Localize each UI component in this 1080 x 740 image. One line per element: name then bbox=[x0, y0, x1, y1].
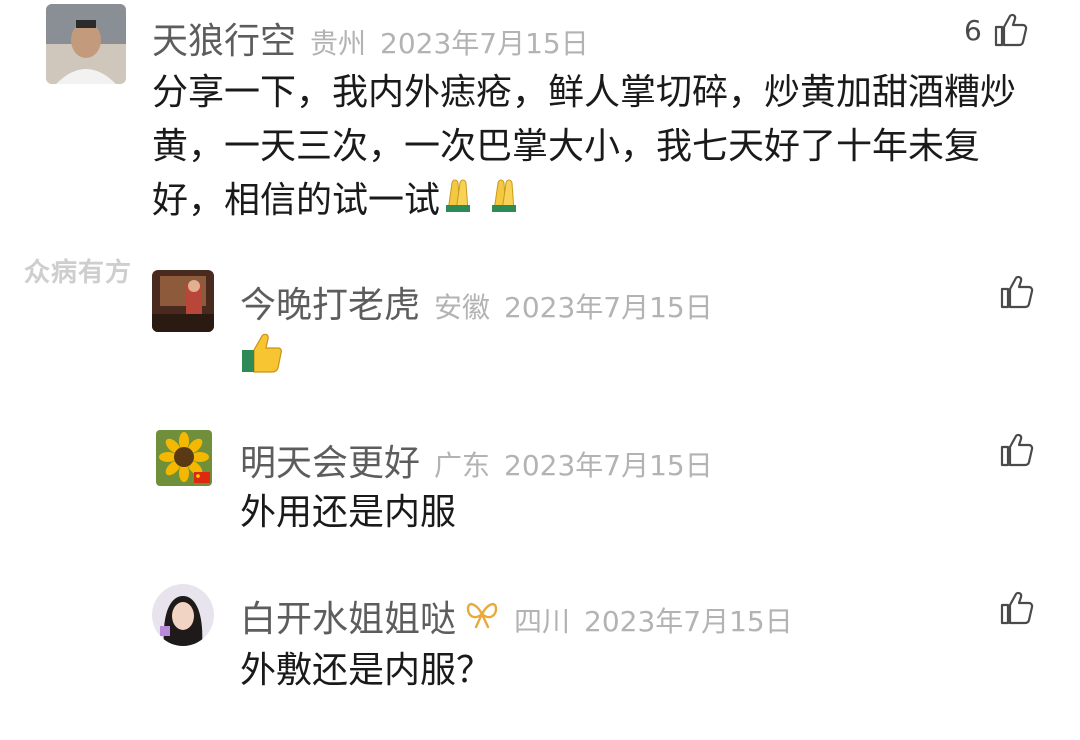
thumbs-up-icon bbox=[1000, 591, 1034, 625]
comment-meta: 广东 2023年7月15日 bbox=[434, 444, 713, 484]
like-button[interactable] bbox=[998, 590, 1034, 626]
watermark-text: 众病有方 bbox=[24, 258, 133, 288]
avatar[interactable] bbox=[46, 4, 126, 84]
pray-hands-icon bbox=[440, 175, 530, 229]
location-text: 安徽 bbox=[434, 291, 491, 324]
comment-header: 明天会更好 广东 2023年7月15日 bbox=[240, 434, 713, 486]
avatar-photo-icon bbox=[152, 584, 214, 646]
date-text: 2023年7月15日 bbox=[380, 27, 589, 60]
thumbs-up-emoji bbox=[240, 332, 284, 380]
comment-meta: 四川 2023年7月15日 bbox=[514, 600, 793, 640]
username[interactable]: 明天会更好 bbox=[240, 434, 420, 486]
date-text: 2023年7月15日 bbox=[504, 291, 713, 324]
username[interactable]: 天狼行空 bbox=[152, 12, 296, 64]
date-text: 2023年7月15日 bbox=[584, 605, 793, 638]
like-button[interactable] bbox=[998, 432, 1034, 468]
like-count: 6 bbox=[964, 13, 982, 47]
comment-meta: 安徽 2023年7月15日 bbox=[434, 286, 713, 326]
thumbs-up-icon bbox=[994, 13, 1028, 47]
avatar[interactable] bbox=[152, 584, 214, 646]
comment-text: 分享一下，我内外痣疮，鲜人掌切碎，炒黄加甜酒糟炒黄，一天三次，一次巴掌大小，我七… bbox=[152, 66, 1042, 229]
comment-header: 今晚打老虎 安徽 2023年7月15日 bbox=[240, 276, 713, 328]
comment-meta: 贵州 2023年7月15日 bbox=[310, 22, 589, 62]
like-button[interactable] bbox=[998, 274, 1034, 310]
comment-text: 外用还是内服 bbox=[240, 492, 457, 533]
avatar-photo-icon bbox=[46, 4, 126, 84]
location-text: 四川 bbox=[514, 605, 571, 638]
avatar[interactable] bbox=[156, 430, 212, 486]
comment-text: 外敷还是内服？ bbox=[240, 650, 493, 691]
avatar[interactable] bbox=[152, 270, 214, 332]
location-text: 广东 bbox=[434, 449, 491, 482]
thumbs-up-icon bbox=[1000, 275, 1034, 309]
username[interactable]: 今晚打老虎 bbox=[240, 276, 420, 328]
comment-header: 天狼行空 贵州 2023年7月15日 bbox=[152, 12, 589, 64]
location-text: 贵州 bbox=[310, 27, 367, 60]
thumbs-up-icon bbox=[1000, 433, 1034, 467]
comment-text-content: 分享一下，我内外痣疮，鲜人掌切碎，炒黄加甜酒糟炒黄，一天三次，一次巴掌大小，我七… bbox=[152, 72, 1017, 221]
date-text: 2023年7月15日 bbox=[504, 449, 713, 482]
ribbon-badge-icon bbox=[464, 599, 500, 633]
like-button[interactable]: 6 bbox=[964, 12, 1028, 48]
username[interactable]: 白开水姐姐哒 bbox=[240, 590, 456, 642]
comment-header: 白开水姐姐哒 四川 2023年7月15日 bbox=[240, 590, 793, 642]
sunflower-avatar-icon bbox=[156, 430, 212, 486]
avatar-photo-icon bbox=[152, 270, 214, 332]
